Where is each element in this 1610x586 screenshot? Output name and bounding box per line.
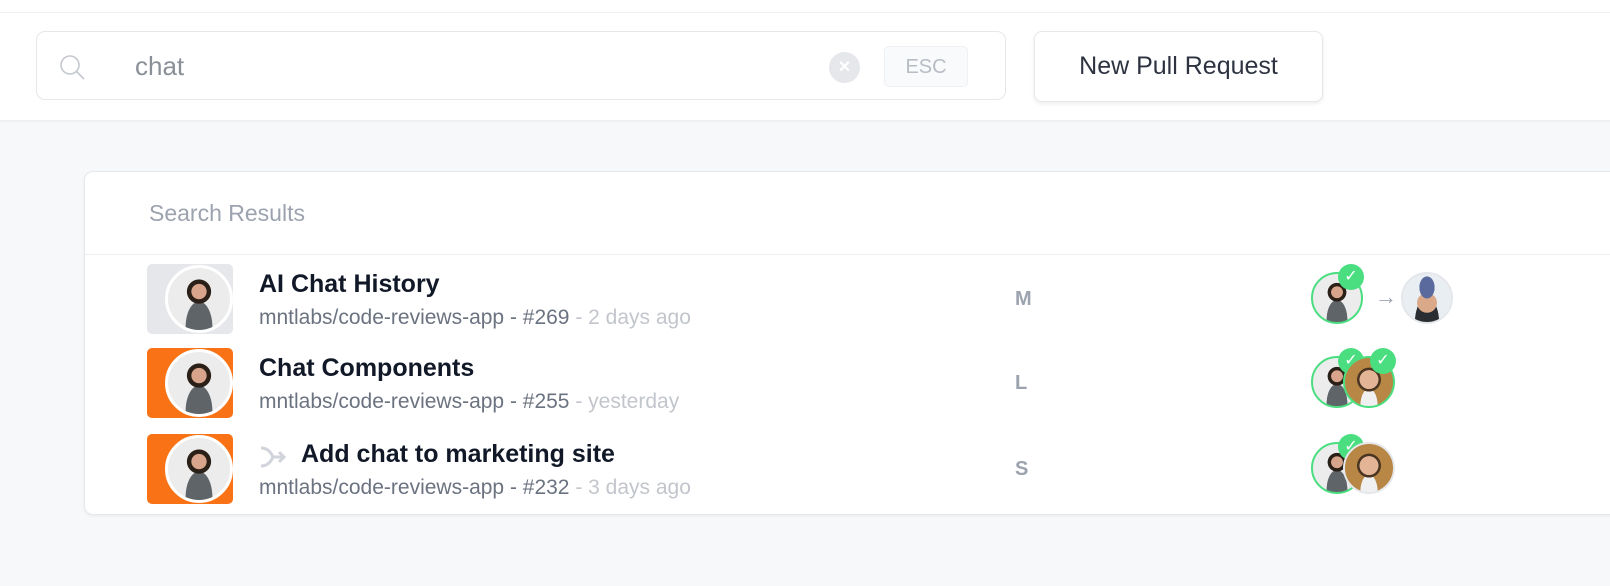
- esc-key-hint[interactable]: ESC: [884, 46, 968, 87]
- new-pull-request-button[interactable]: New Pull Request: [1034, 31, 1323, 102]
- top-bar: × ESC New Pull Request: [0, 0, 1610, 122]
- result-row[interactable]: Add chat to marketing site mntlabs/code-…: [85, 434, 1610, 504]
- author-avatar: [165, 435, 233, 503]
- result-row[interactable]: AI Chat History mntlabs/code-reviews-app…: [85, 264, 1610, 334]
- search-input[interactable]: [135, 48, 815, 84]
- author-avatar: [165, 265, 233, 333]
- pr-meta: mntlabs/code-reviews-app - #232 - 3 days…: [259, 476, 691, 500]
- result-row[interactable]: Chat Components mntlabs/code-reviews-app…: [85, 348, 1610, 418]
- clear-search-button[interactable]: ×: [829, 52, 860, 83]
- pr-title[interactable]: Chat Components: [259, 354, 474, 383]
- pr-meta: mntlabs/code-reviews-app - #269 - 2 days…: [259, 306, 691, 330]
- repo-ref: mntlabs/code-reviews-app - #269: [259, 306, 570, 329]
- search-box[interactable]: × ESC: [36, 31, 1006, 100]
- timestamp: - 3 days ago: [575, 476, 691, 499]
- divider: [0, 12, 1610, 13]
- status-strip: [147, 264, 233, 334]
- status-strip: [147, 434, 233, 504]
- merged-icon: [260, 446, 287, 468]
- card-title: Search Results: [149, 200, 305, 226]
- status-strip: [147, 348, 233, 418]
- timestamp: - yesterday: [575, 390, 680, 413]
- timestamp: - 2 days ago: [575, 306, 691, 329]
- repo-ref: mntlabs/code-reviews-app - #255: [259, 390, 570, 413]
- search-results-card: Search Results AI Chat History mntlabs/c…: [84, 171, 1610, 515]
- divider: [85, 254, 1610, 255]
- search-icon: [60, 55, 85, 80]
- approved-check-icon: ✓: [1338, 264, 1364, 290]
- size-label: L: [1015, 372, 1028, 394]
- size-label: M: [1015, 288, 1032, 310]
- pr-title[interactable]: Add chat to marketing site: [301, 440, 615, 469]
- reviewer-avatar: [1401, 272, 1453, 324]
- author-avatar: [165, 349, 233, 417]
- arrow-right-icon: →: [1375, 284, 1397, 309]
- reviewer-avatar: [1343, 442, 1395, 494]
- size-label: S: [1015, 458, 1029, 480]
- repo-ref: mntlabs/code-reviews-app - #232: [259, 476, 570, 499]
- approved-check-icon: ✓: [1370, 348, 1396, 374]
- pr-meta: mntlabs/code-reviews-app - #255 - yester…: [259, 390, 679, 414]
- pr-title[interactable]: AI Chat History: [259, 270, 440, 299]
